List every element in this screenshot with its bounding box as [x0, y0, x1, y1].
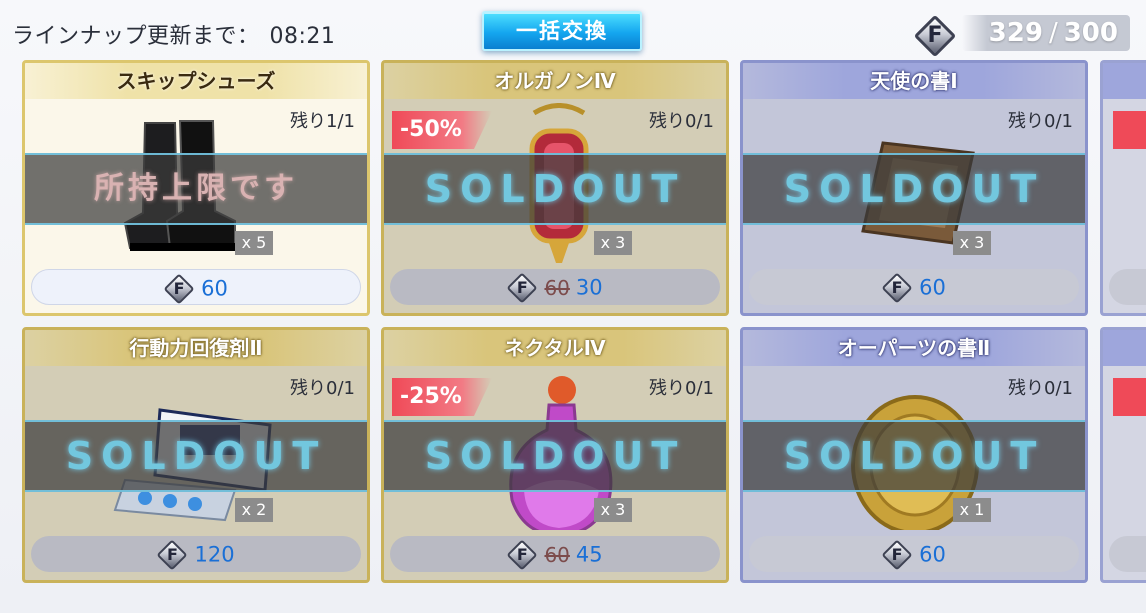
- shop-item-card[interactable]: ネクタルⅣ 残り0/1 -25% x 3 SOLDOUT F 60 45: [381, 327, 729, 583]
- discount-badge: [1113, 378, 1146, 416]
- price-button[interactable]: F 60: [749, 536, 1079, 572]
- soldout-overlay: SOLDOUT: [743, 153, 1085, 225]
- currency-icon: F: [881, 271, 913, 304]
- shop-item-card-partial[interactable]: [1100, 327, 1146, 583]
- currency-icon: F: [156, 538, 188, 571]
- item-name: 行動力回復剤Ⅱ: [25, 330, 367, 366]
- currency-icon: F: [163, 272, 195, 305]
- item-quantity: x 3: [594, 231, 632, 255]
- price-button[interactable]: F 60 30: [390, 269, 720, 305]
- currency-icon: F: [881, 538, 913, 571]
- currency-separator: /: [1048, 18, 1058, 48]
- currency-balance: 329/300: [962, 15, 1130, 51]
- shop-item-card[interactable]: スキップシューズ 残り1/1 x 5 所持上限です F 60: [22, 60, 370, 316]
- currency-owned: 329: [988, 18, 1043, 48]
- possession-limit-overlay: 所持上限です: [25, 153, 367, 225]
- item-quantity: x 1: [953, 498, 991, 522]
- currency-max: 300: [1063, 18, 1118, 48]
- shop-item-card[interactable]: 天使の書Ⅰ 残り0/1 x 3 SOLDOUT F 60: [740, 60, 1088, 316]
- soldout-overlay: SOLDOUT: [384, 420, 726, 492]
- item-name: オーパーツの書Ⅱ: [743, 330, 1085, 366]
- item-price: 60: [919, 542, 946, 567]
- item-name: 天使の書Ⅰ: [743, 63, 1085, 99]
- item-original-price: 60: [544, 275, 570, 300]
- timer-label: ラインナップ更新まで：: [12, 24, 260, 49]
- item-price: 60: [919, 275, 946, 300]
- discount-badge: [1113, 111, 1146, 149]
- currency-icon: F: [506, 271, 538, 304]
- soldout-overlay: SOLDOUT: [743, 420, 1085, 492]
- price-button[interactable]: F 120: [31, 536, 361, 572]
- item-name: オルガノンⅣ: [384, 63, 726, 99]
- item-quantity: x 3: [594, 498, 632, 522]
- item-price: 30: [575, 275, 603, 300]
- shop-item-card[interactable]: 行動力回復剤Ⅱ 残り0/1 x 2 SOLDOUT F 120: [22, 327, 370, 583]
- item-price: 45: [575, 542, 603, 567]
- shop-item-card[interactable]: オルガノンⅣ 残り0/1 -50% x 3 SOLDOUT F 60 30: [381, 60, 729, 316]
- item-quantity: x 3: [953, 231, 991, 255]
- shop-header: ラインナップ更新まで： 08:21 一括交換 F 329/300: [0, 0, 1146, 64]
- item-quantity: x 5: [235, 231, 273, 255]
- item-quantity: x 2: [235, 498, 273, 522]
- shop-item-card-partial[interactable]: [1100, 60, 1146, 316]
- item-price: 60: [201, 276, 228, 301]
- currency-icon: F: [506, 538, 538, 571]
- currency-icon: F: [913, 14, 957, 58]
- item-original-price: 60: [544, 542, 570, 567]
- timer-value: 08:21: [269, 24, 336, 49]
- shop-item-card[interactable]: オーパーツの書Ⅱ 残り0/1 x 1 SOLDOUT F 60: [740, 327, 1088, 583]
- price-button[interactable]: F 60: [31, 269, 361, 305]
- soldout-overlay: SOLDOUT: [25, 420, 367, 492]
- lineup-refresh-timer: ラインナップ更新まで： 08:21: [12, 18, 335, 50]
- item-price: 120: [194, 542, 235, 567]
- item-name: ネクタルⅣ: [384, 330, 726, 366]
- item-name: スキップシューズ: [25, 63, 367, 99]
- price-button[interactable]: F 60 45: [390, 536, 720, 572]
- price-button[interactable]: F 60: [749, 269, 1079, 305]
- bulk-exchange-button[interactable]: 一括交換: [482, 11, 642, 51]
- soldout-overlay: SOLDOUT: [384, 153, 726, 225]
